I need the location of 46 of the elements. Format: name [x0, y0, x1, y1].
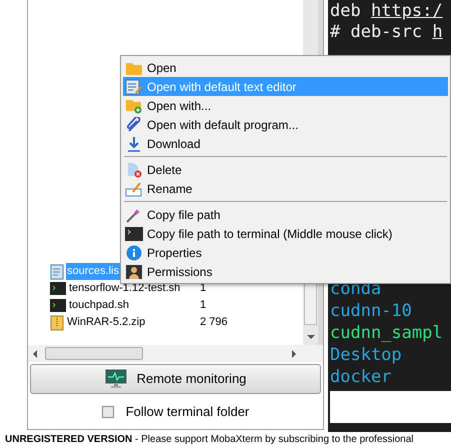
- terminal-text: h: [432, 22, 443, 42]
- download-icon: [125, 136, 143, 152]
- file-name[interactable]: WinRAR-5.2.zip: [66, 314, 146, 331]
- terminal-icon: [50, 282, 66, 295]
- delete-file-icon: [125, 162, 143, 178]
- file-size: 2 796: [200, 315, 228, 330]
- terminal-icon: [50, 299, 66, 312]
- terminal-entry: Desktop: [330, 344, 403, 366]
- text-file-icon: [50, 264, 64, 280]
- terminal-input-area[interactable]: [330, 391, 451, 423]
- file-size: 1: [200, 298, 206, 314]
- menu-item[interactable]: Copy file path to terminal (Middle mouse click): [123, 224, 448, 243]
- menu-item[interactable]: Open with...: [123, 96, 448, 115]
- file-name[interactable]: touchpad.sh: [68, 297, 130, 314]
- terminal-entry: docker: [330, 366, 392, 388]
- menu-item[interactable]: Open with default program...: [123, 115, 448, 134]
- terminal-entry: conda: [330, 278, 382, 300]
- follow-folder-label: Follow terminal folder: [126, 402, 250, 421]
- terminal-entry: cudnn_sampl: [330, 322, 444, 344]
- scroll-right-icon[interactable]: [292, 350, 296, 358]
- menu-item[interactable]: Download: [123, 134, 448, 153]
- scroll-left-icon[interactable]: [33, 350, 37, 358]
- menu-item[interactable]: Open: [123, 58, 448, 77]
- terminal-text: deb: [330, 1, 362, 21]
- scrollbar-thumb[interactable]: [45, 347, 143, 360]
- menu-item[interactable]: Properties: [123, 243, 448, 262]
- terminal-icon: [125, 226, 143, 242]
- terminal-text: https:/: [370, 1, 443, 21]
- file-name[interactable]: tensorflow-1.12-test.sh: [68, 280, 182, 297]
- terminal-text: # deb-src: [330, 22, 424, 42]
- menu-item[interactable]: Copy file path: [123, 205, 448, 224]
- archive-icon: [50, 314, 64, 330]
- terminal-entry: cudnn-10: [330, 300, 413, 322]
- horizontal-scrollbar[interactable]: [28, 345, 323, 362]
- menu-item[interactable]: Rename: [123, 179, 448, 198]
- monitor-icon: [104, 369, 127, 389]
- info-icon: [125, 244, 143, 260]
- remote-monitoring-button[interactable]: Remote monitoring: [30, 364, 321, 394]
- menu-item[interactable]: Delete: [123, 160, 448, 179]
- user-icon: [125, 264, 143, 280]
- paperclip-icon: [125, 116, 143, 132]
- folder-plus-icon: [125, 98, 143, 114]
- follow-folder-checkbox[interactable]: [102, 406, 114, 418]
- rename-icon: [125, 180, 143, 196]
- editor-icon: [125, 78, 143, 94]
- menu-item[interactable]: Permissions: [123, 262, 448, 281]
